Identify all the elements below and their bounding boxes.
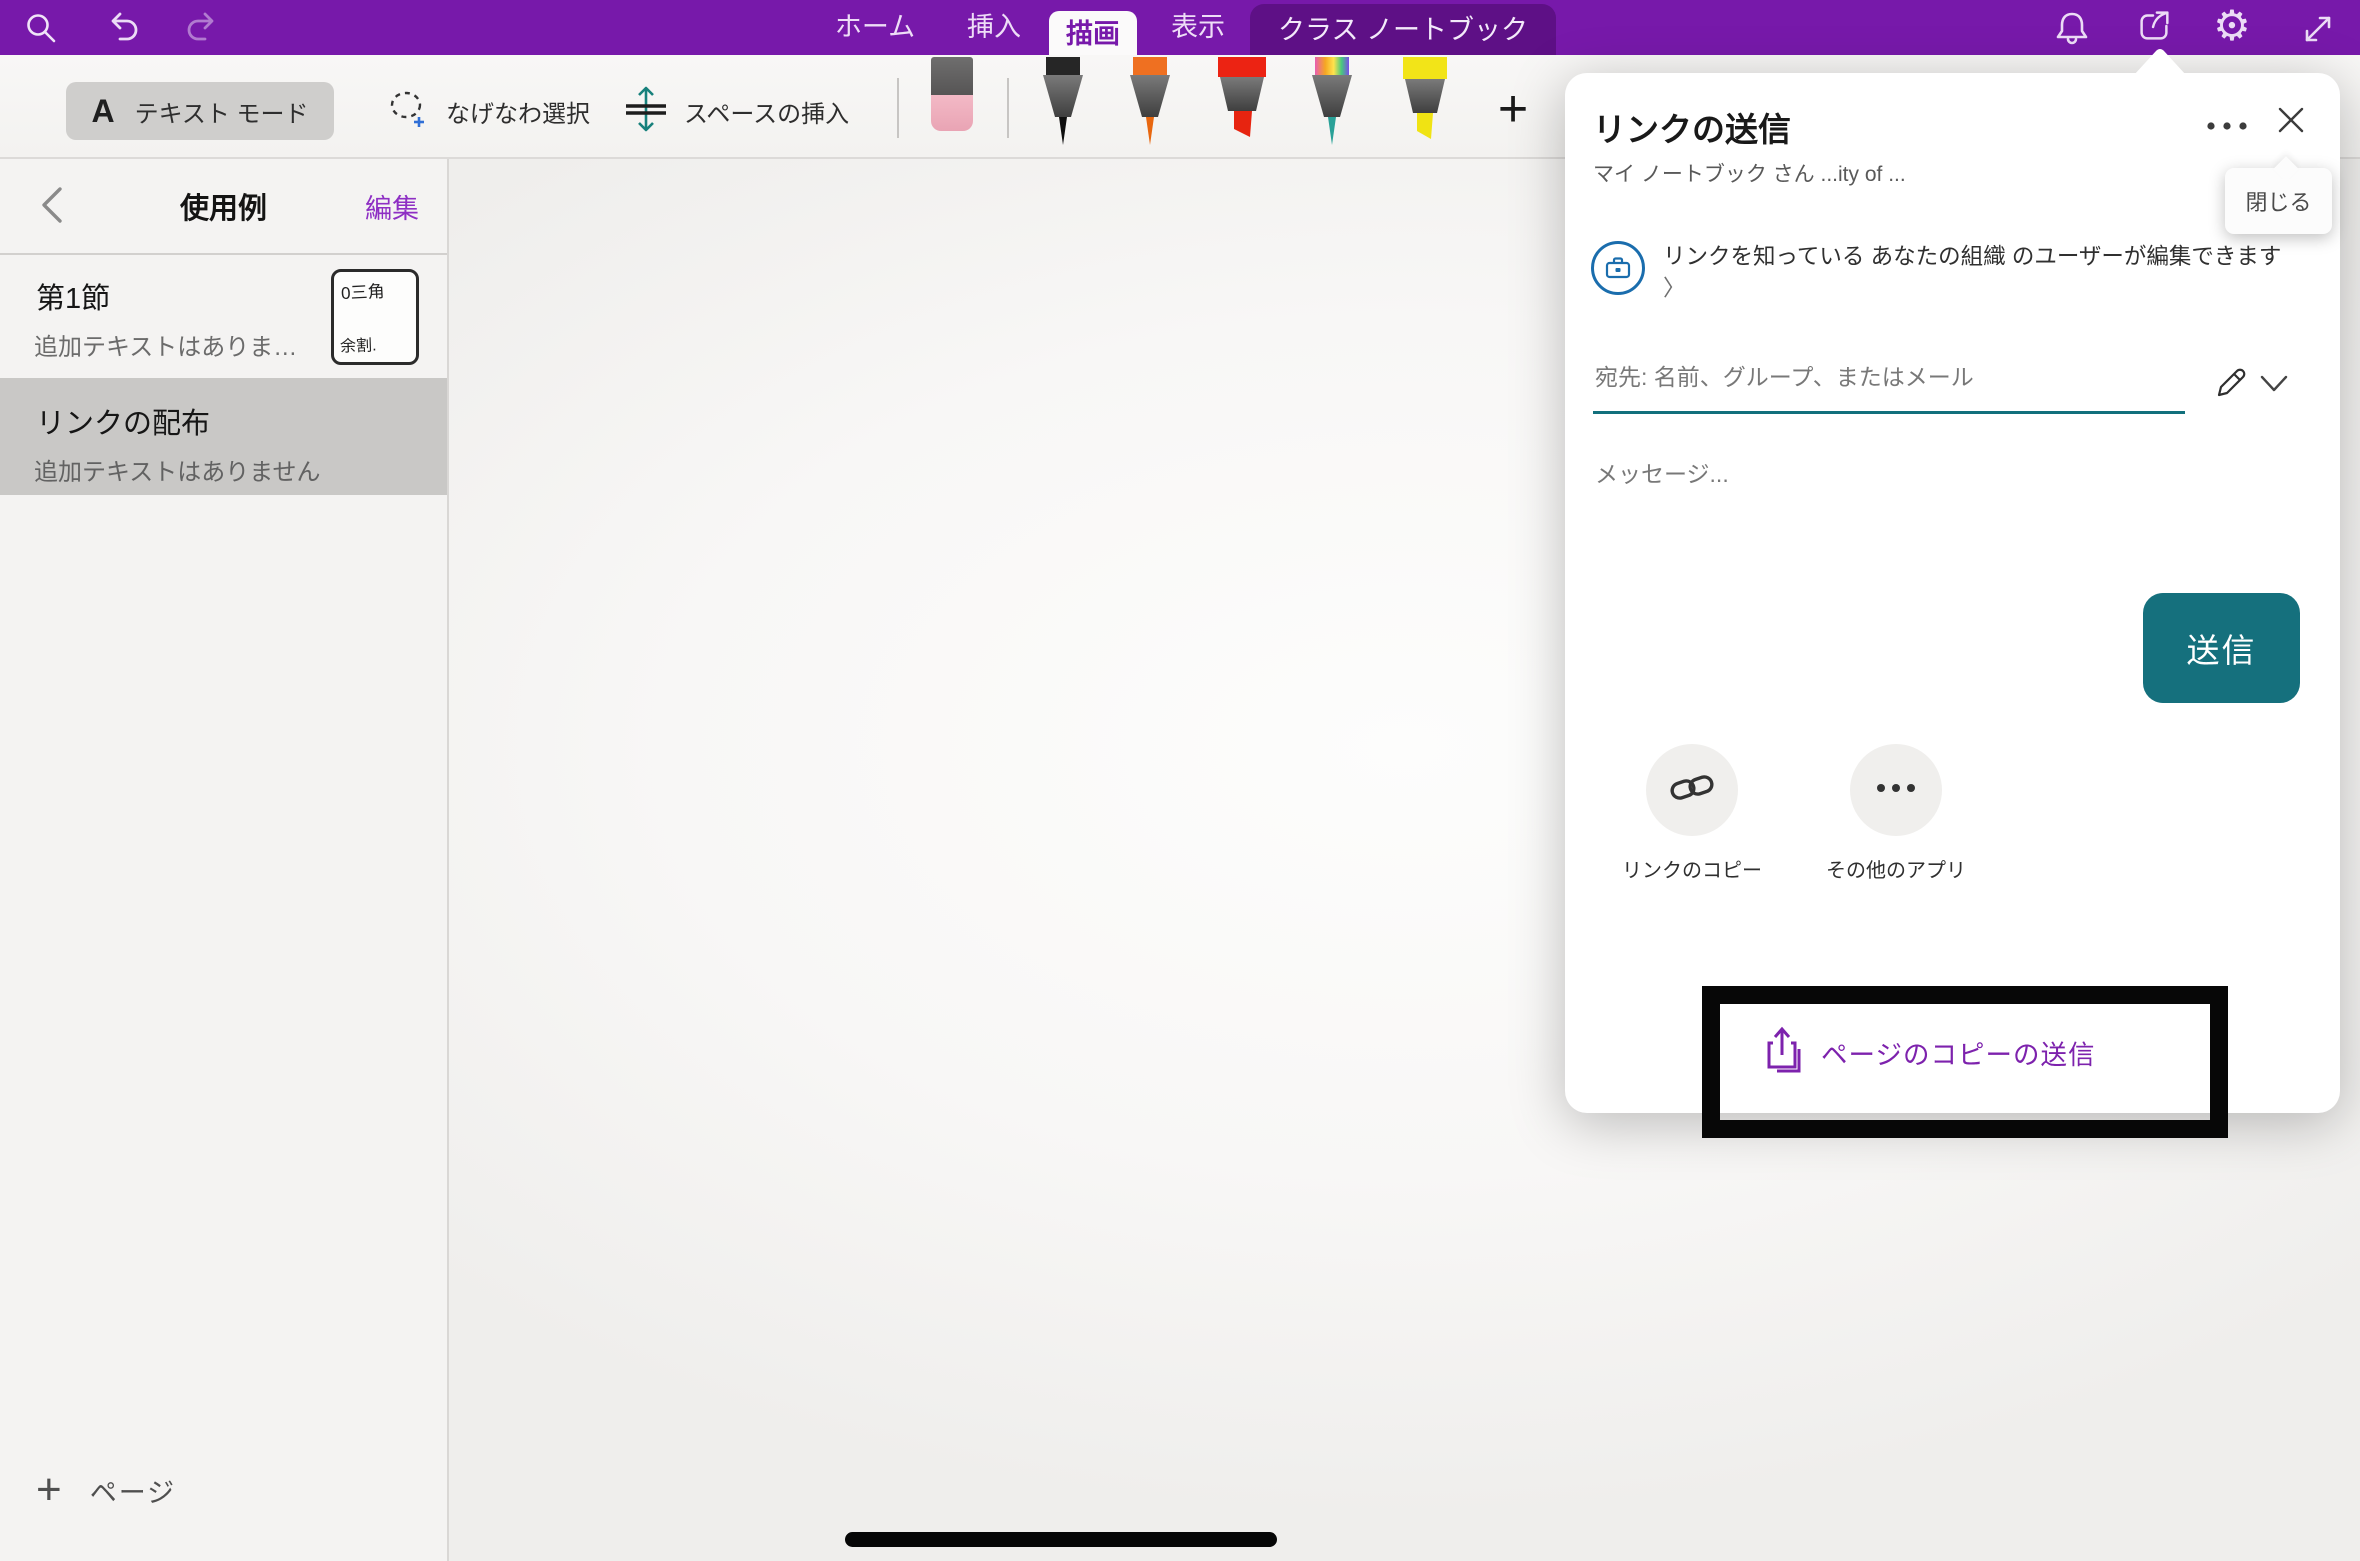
close-icon[interactable] — [2275, 104, 2307, 136]
lasso-label: なげなわ選択 — [446, 94, 590, 129]
share-icon[interactable] — [2134, 6, 2174, 46]
text-mode-label: テキスト モード — [135, 94, 309, 129]
copy-link-action[interactable]: リンクのコピー — [1612, 744, 1772, 883]
page-title: 第1節 — [36, 275, 110, 317]
add-page-button[interactable]: + ページ — [0, 1455, 447, 1525]
tab-home[interactable]: ホーム — [820, 0, 930, 55]
text-mode-a-icon: A — [91, 93, 114, 130]
page-thumbnail: 0三角 余割. — [331, 269, 419, 365]
lasso-icon — [386, 86, 432, 137]
recipient-underline — [1593, 411, 2185, 414]
page-item-section1[interactable]: 第1節 追加テキストはありま… 0三角 余割. — [0, 253, 447, 378]
page-title: リンクの配布 — [36, 400, 210, 442]
send-page-copy-button[interactable]: ページのコピーの送信 — [1763, 1025, 2095, 1080]
send-page-copy-label: ページのコピーの送信 — [1821, 1033, 2095, 1072]
pen-galaxy[interactable] — [1304, 57, 1360, 158]
highlighter-yellow[interactable] — [1393, 57, 1457, 158]
sidebar-header: 使用例 編集 — [0, 157, 447, 255]
send-button[interactable]: 送信 — [2143, 593, 2300, 703]
notebook-subtitle: マイ ノートブック さん ...ity of ... — [1593, 158, 1906, 188]
edit-pencil-icon[interactable] — [2211, 363, 2251, 403]
onenote-app: ホーム 挿入 描画 表示 クラス ノートブック ⚙ A テキスト モード なげな… — [0, 0, 2360, 1561]
permission-text: リンクを知っている あなたの組織 のユーザーが編集できます 〉 — [1663, 241, 2293, 305]
toolbar-divider — [897, 78, 899, 138]
edit-button[interactable]: 編集 — [365, 187, 419, 226]
home-indicator[interactable] — [845, 1532, 1277, 1547]
organization-briefcase-icon — [1591, 241, 1645, 295]
thumbnail-handwriting: 余割. — [340, 331, 377, 356]
toolbar-divider — [1007, 78, 1009, 138]
link-permission-row[interactable]: リンクを知っている あなたの組織 のユーザーが編集できます 〉 — [1591, 241, 2306, 305]
chevron-down-icon[interactable] — [2259, 373, 2289, 395]
dialog-title: リンクの送信 — [1593, 103, 1791, 151]
page-item-link-distribution[interactable]: リンクの配布 追加テキストはありません — [0, 378, 447, 495]
search-icon[interactable] — [21, 8, 61, 48]
marker-red[interactable] — [1210, 57, 1274, 158]
insert-space-button[interactable]: スペースの挿入 — [622, 82, 849, 140]
copy-link-label: リンクのコピー — [1612, 854, 1772, 883]
add-pen-button[interactable]: + — [1487, 79, 1539, 143]
top-app-bar: ホーム 挿入 描画 表示 クラス ノートブック ⚙ — [0, 0, 2360, 55]
text-mode-button[interactable]: A テキスト モード — [66, 82, 334, 140]
tab-draw[interactable]: 描画 — [1049, 11, 1137, 55]
more-apps-label: その他のアプリ — [1816, 854, 1976, 883]
tab-view[interactable]: 表示 — [1152, 0, 1244, 55]
thumbnail-handwriting: 0三角 — [340, 277, 385, 304]
send-link-dialog: リンクの送信 マイ ノートブック さん ...ity of ... リンクを知っ… — [1565, 73, 2340, 1113]
notifications-bell-icon[interactable] — [2052, 7, 2092, 47]
ellipsis-icon — [1874, 781, 1918, 800]
popover-arrow — [2134, 47, 2186, 75]
settings-gear-icon[interactable]: ⚙ — [2212, 5, 2252, 45]
add-page-label: ページ — [90, 1471, 176, 1510]
recipient-input[interactable] — [1593, 355, 2157, 399]
close-tooltip: 閉じる — [2225, 168, 2332, 234]
tab-class-notebook[interactable]: クラス ノートブック — [1250, 4, 1556, 55]
link-icon — [1668, 764, 1716, 817]
lasso-select-button[interactable]: なげなわ選択 — [386, 82, 590, 140]
undo-icon[interactable] — [101, 8, 141, 48]
page-subtitle: 追加テキストはありません — [34, 452, 321, 487]
plus-icon: + — [36, 1470, 62, 1510]
message-input[interactable] — [1593, 451, 2287, 497]
pen-orange[interactable] — [1122, 57, 1178, 158]
fullscreen-expand-icon[interactable] — [2298, 9, 2338, 49]
redo-icon[interactable] — [184, 8, 224, 48]
more-apps-action[interactable]: その他のアプリ — [1816, 744, 1976, 883]
insert-space-icon — [622, 84, 670, 139]
chevron-right-icon: 〉 — [1663, 276, 1686, 301]
share-upload-icon — [1763, 1025, 1805, 1080]
eraser-tool[interactable] — [931, 57, 973, 131]
tab-insert[interactable]: 挿入 — [948, 0, 1040, 55]
pen-black[interactable] — [1035, 57, 1091, 158]
more-options-icon[interactable] — [2205, 113, 2249, 139]
page-subtitle: 追加テキストはありま… — [34, 327, 297, 362]
insert-space-label: スペースの挿入 — [684, 94, 849, 129]
page-list-sidebar: 使用例 編集 第1節 追加テキストはありま… 0三角 余割. リンクの配布 追加… — [0, 157, 449, 1561]
